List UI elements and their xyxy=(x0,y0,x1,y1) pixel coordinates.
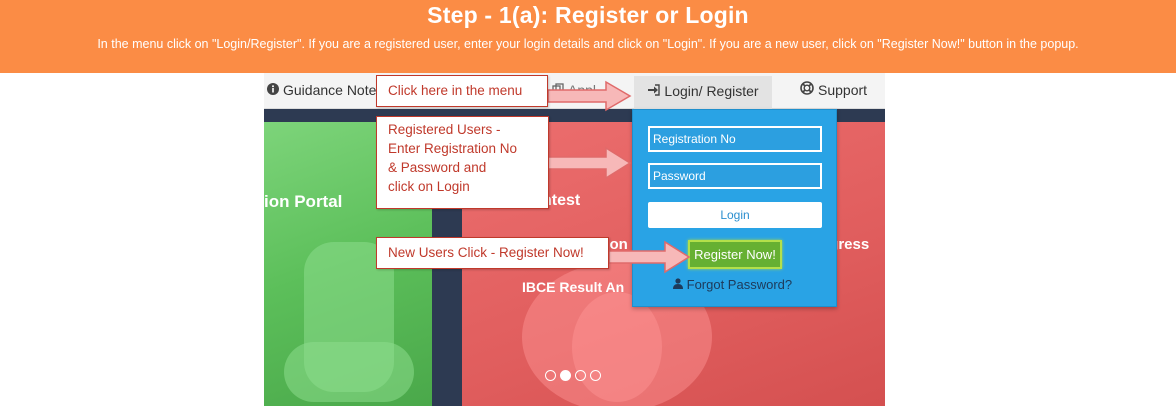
login-button[interactable]: Login xyxy=(648,202,822,228)
sign-in-icon xyxy=(647,77,661,108)
new-users-callout: New Users Click - Register Now! xyxy=(376,237,609,269)
login-dropdown: Registration No Password Login Register … xyxy=(632,109,837,307)
forgot-password-label: Forgot Password? xyxy=(686,277,793,292)
mouse-shape xyxy=(572,292,662,402)
slide-portal-title: ion Portal xyxy=(264,192,343,211)
info-circle-icon xyxy=(267,74,279,108)
registered-users-callout: Registered Users - Enter Registration No… xyxy=(376,116,549,209)
login-arrow-icon xyxy=(548,146,632,180)
registration-no-input[interactable]: Registration No xyxy=(648,126,822,152)
carousel-dot[interactable] xyxy=(560,370,571,381)
lifebuoy-icon xyxy=(800,74,814,108)
nav-guidance-notes[interactable]: Guidance Notes xyxy=(267,73,383,109)
tutorial-screenshot: Step - 1(a): Register or Login In the me… xyxy=(0,0,1176,410)
password-input[interactable]: Password xyxy=(648,163,822,189)
slide-line-result: IBCE Result An xyxy=(522,279,625,295)
nav-support-label: Support xyxy=(818,82,868,98)
banner-title: Step - 1(a): Register or Login xyxy=(427,2,749,28)
instruction-banner: Step - 1(a): Register or Login In the me… xyxy=(0,0,1176,73)
nav-login-label: Login/ Register xyxy=(664,83,759,99)
menu-arrow-icon xyxy=(548,80,632,112)
keyboard-shape xyxy=(284,342,414,402)
carousel-dot[interactable] xyxy=(590,370,601,381)
nav-support[interactable]: Support xyxy=(800,73,867,109)
banner-description: In the menu click on "Login/Register". I… xyxy=(97,37,1079,51)
user-icon xyxy=(673,277,687,292)
menu-callout: Click here in the menu xyxy=(376,75,548,107)
carousel-indicators xyxy=(545,370,601,382)
carousel-dot[interactable] xyxy=(575,370,586,381)
nav-guidance-label: Guidance Notes xyxy=(283,82,384,98)
register-now-button[interactable]: Register Now! xyxy=(688,240,782,269)
nav-login-register[interactable]: Login/ Register xyxy=(634,76,772,109)
forgot-password-link[interactable]: Forgot Password? xyxy=(673,277,792,292)
carousel-dot[interactable] xyxy=(545,370,556,381)
register-arrow-icon xyxy=(609,240,691,274)
